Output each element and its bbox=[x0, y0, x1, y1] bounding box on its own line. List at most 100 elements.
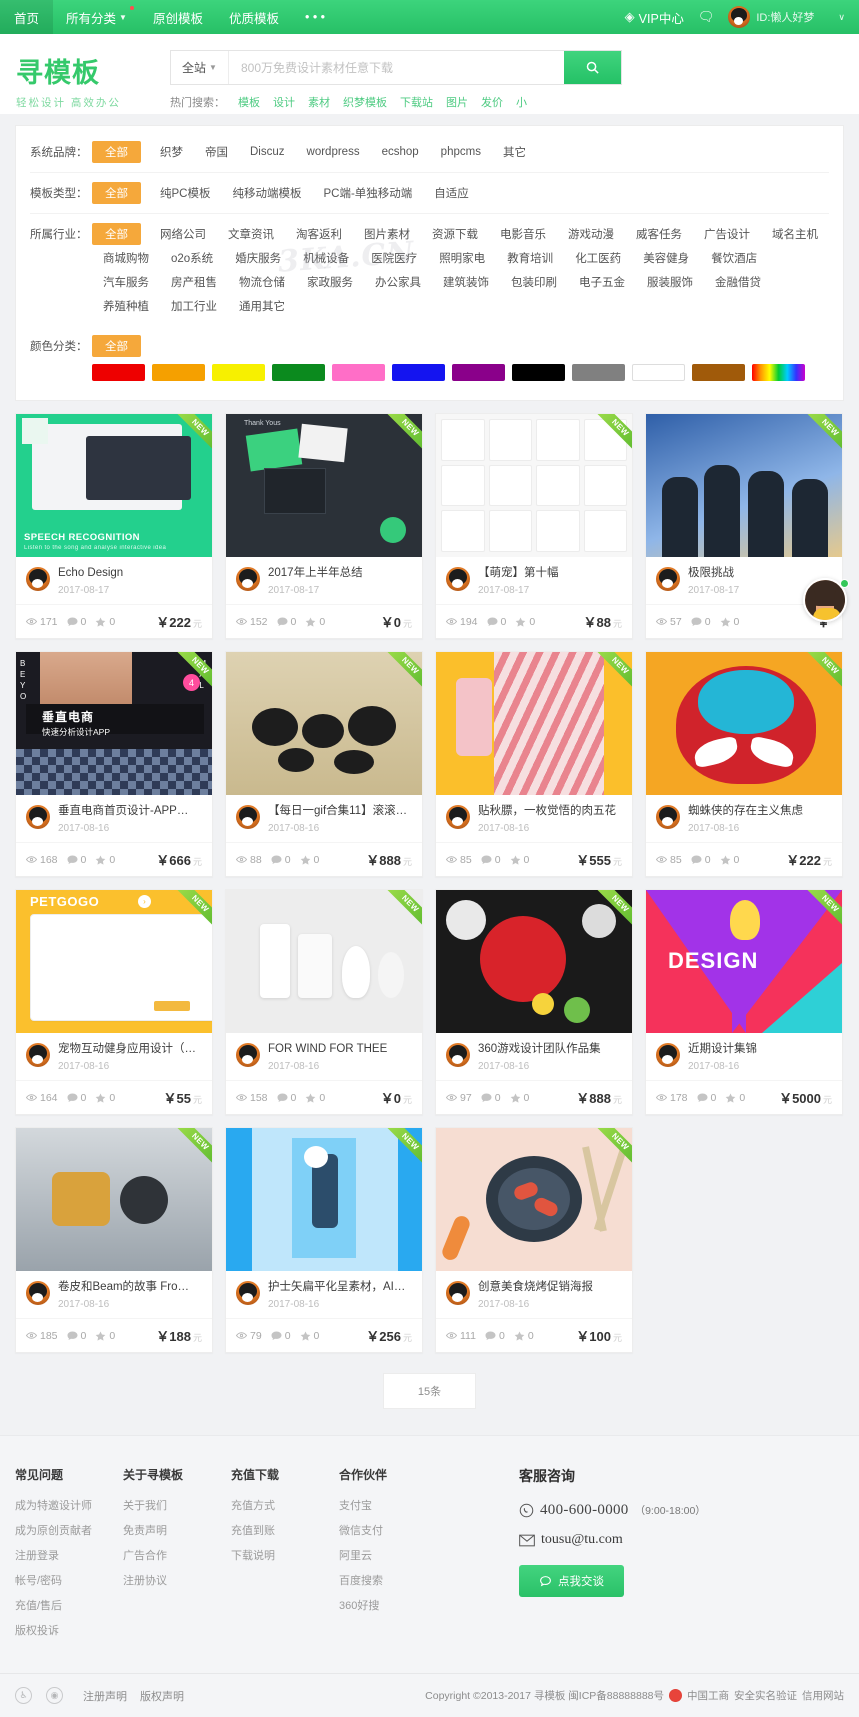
filter-option[interactable]: 通用其它 bbox=[228, 295, 296, 317]
footer-link[interactable]: 注册协议 bbox=[123, 1572, 231, 1588]
card-title[interactable]: 垂直电商首页设计-APP设计4 bbox=[58, 804, 198, 818]
card-thumbnail[interactable]: NEW bbox=[436, 652, 632, 795]
footer-link[interactable]: 下载说明 bbox=[231, 1547, 339, 1563]
filter-option[interactable]: 美容健身 bbox=[632, 247, 700, 269]
card-title[interactable]: 2017年上半年总结 bbox=[268, 566, 363, 580]
card-title[interactable]: 【每日一gif合集11】滚滚中国... bbox=[268, 804, 408, 818]
hot-search-term[interactable]: 素材 bbox=[308, 94, 330, 110]
filter-option[interactable]: 电影音乐 bbox=[489, 223, 557, 245]
filter-option-all[interactable]: 全部 bbox=[92, 141, 141, 163]
template-card[interactable]: NEW 【萌宠】第十幅 2017-08-17 194 0 0 ￥88 元 bbox=[435, 413, 633, 639]
filter-option[interactable]: 养殖种植 bbox=[92, 295, 160, 317]
card-thumbnail[interactable]: NEW bbox=[226, 1128, 422, 1271]
hot-search-term[interactable]: 下载站 bbox=[400, 94, 433, 110]
template-card[interactable]: NEW 【每日一gif合集11】滚滚中国... 2017-08-16 88 00 ￥888… bbox=[225, 651, 423, 877]
hot-search-term[interactable]: 图片 bbox=[446, 94, 468, 110]
filter-option[interactable]: 建筑装饰 bbox=[432, 271, 500, 293]
card-thumbnail[interactable]: PETGOGO › NEW bbox=[16, 890, 212, 1033]
template-card[interactable]: NEW 蜘蛛侠的存在主义焦虑 2017-08-16 85 0 0 ￥222 元 bbox=[645, 651, 843, 877]
color-swatch[interactable] bbox=[512, 364, 565, 381]
card-title[interactable]: 卷皮和Beam的故事 From BIT... bbox=[58, 1280, 198, 1294]
card-title[interactable]: 宠物互动健身应用设计（附aep... bbox=[58, 1042, 198, 1056]
footer-link[interactable]: 成为原创贡献者 bbox=[15, 1522, 123, 1538]
search-input[interactable] bbox=[229, 51, 564, 84]
footer-link[interactable]: 注册登录 bbox=[15, 1547, 123, 1563]
template-card[interactable]: NEW 护士矢扁平化呈素材，AI源文件 2017-08-16 79 00 ￥256元 bbox=[225, 1127, 423, 1353]
card-thumbnail[interactable]: Thank Yous NEW bbox=[226, 414, 422, 557]
nav-more[interactable]: • • • bbox=[292, 0, 338, 34]
nav-home[interactable]: 首页 bbox=[0, 0, 54, 34]
filter-option[interactable]: ecshop bbox=[371, 143, 430, 161]
filter-option-all[interactable]: 全部 bbox=[92, 182, 141, 204]
card-title[interactable]: 贴秋膘，一枚觉悟的肉五花 bbox=[478, 804, 616, 818]
color-swatch[interactable] bbox=[212, 364, 265, 381]
card-thumbnail[interactable]: NEW bbox=[226, 652, 422, 795]
card-title[interactable]: Echo Design bbox=[58, 566, 123, 580]
color-swatch[interactable] bbox=[572, 364, 625, 381]
card-thumbnail[interactable]: NEW bbox=[226, 890, 422, 1033]
color-swatch[interactable] bbox=[152, 364, 205, 381]
footer-link[interactable]: 版权投诉 bbox=[15, 1622, 123, 1638]
filter-option[interactable]: 房产租售 bbox=[160, 271, 228, 293]
logo[interactable]: 寻模板 轻松设计 高效办公 bbox=[0, 46, 170, 110]
card-title[interactable]: 创意美食烧烤促销海报 bbox=[478, 1280, 593, 1294]
filter-option[interactable]: 家政服务 bbox=[296, 271, 364, 293]
nav-vip-center[interactable]: ◈ VIP中心 bbox=[625, 8, 684, 27]
filter-option[interactable]: 广告设计 bbox=[693, 223, 761, 245]
chat-button[interactable]: 点我交谈 bbox=[519, 1565, 624, 1597]
card-title[interactable]: 近期设计集锦 bbox=[688, 1042, 757, 1056]
filter-option[interactable]: 商城购物 bbox=[92, 247, 160, 269]
filter-option[interactable]: 网络公司 bbox=[149, 223, 217, 245]
filter-option[interactable]: 纯PC模板 bbox=[149, 182, 221, 204]
footer-link[interactable]: 关于我们 bbox=[123, 1497, 231, 1513]
filter-option[interactable]: 其它 bbox=[492, 141, 537, 163]
weibo-icon[interactable]: ♿ bbox=[15, 1687, 32, 1704]
template-card[interactable]: Thank Yous NEW 2017年上半年总结 2017-08-17 152 0 0 ￥0… bbox=[225, 413, 423, 639]
author-avatar[interactable] bbox=[446, 567, 470, 591]
footer-link[interactable]: 成为特邀设计师 bbox=[15, 1497, 123, 1513]
footer-link[interactable]: 微信支付 bbox=[339, 1522, 489, 1538]
author-avatar[interactable] bbox=[656, 1043, 680, 1067]
filter-option[interactable]: 医院医疗 bbox=[360, 247, 428, 269]
filter-option[interactable]: 域名主机 bbox=[761, 223, 829, 245]
card-title[interactable]: 极限挑战 bbox=[688, 566, 739, 580]
template-card[interactable]: SPEECH RECOGNITION Listen to the song and… bbox=[15, 413, 213, 639]
filter-option[interactable]: 文章资讯 bbox=[217, 223, 285, 245]
author-avatar[interactable] bbox=[656, 567, 680, 591]
filter-option[interactable]: 包装印刷 bbox=[500, 271, 568, 293]
user-menu[interactable]: ID:懒人好梦 bbox=[728, 6, 814, 28]
color-swatch[interactable] bbox=[392, 364, 445, 381]
filter-option[interactable]: Discuz bbox=[239, 143, 296, 161]
filter-option[interactable]: 图片素材 bbox=[353, 223, 421, 245]
filter-option[interactable]: 婚庆服务 bbox=[224, 247, 292, 269]
author-avatar[interactable] bbox=[236, 1043, 260, 1067]
card-thumbnail[interactable]: NEW bbox=[16, 1128, 212, 1271]
footer-link[interactable]: 广告合作 bbox=[123, 1547, 231, 1563]
template-card[interactable]: NEW 贴秋膘，一枚觉悟的肉五花 2017-08-16 85 0 0 ￥555 元 bbox=[435, 651, 633, 877]
filter-option[interactable]: 加工行业 bbox=[160, 295, 228, 317]
template-card[interactable]: NEW 360游戏设计团队作品集 2017-08-16 97 0 0 ￥888 元 bbox=[435, 889, 633, 1115]
filter-option[interactable]: PC端-单独移动端 bbox=[312, 182, 423, 204]
card-title[interactable]: 360游戏设计团队作品集 bbox=[478, 1042, 601, 1056]
hot-search-term[interactable]: 织梦模板 bbox=[343, 94, 387, 110]
bottom-link-copyright-statement[interactable]: 版权声明 bbox=[140, 1688, 184, 1704]
message-icon[interactable]: 🗨 bbox=[698, 9, 715, 25]
filter-option[interactable]: 金融借贷 bbox=[704, 271, 772, 293]
hot-search-term[interactable]: 设计 bbox=[273, 94, 295, 110]
filter-option[interactable]: 游戏动漫 bbox=[557, 223, 625, 245]
footer-link[interactable]: 百度搜索 bbox=[339, 1572, 489, 1588]
author-avatar[interactable] bbox=[26, 805, 50, 829]
filter-option[interactable]: 威客任务 bbox=[625, 223, 693, 245]
author-avatar[interactable] bbox=[236, 805, 260, 829]
filter-option[interactable]: 教育培训 bbox=[496, 247, 564, 269]
hot-search-term[interactable]: 小 bbox=[516, 94, 527, 110]
card-thumbnail[interactable]: DESIGN NEW bbox=[646, 890, 842, 1033]
nav-original-templates[interactable]: 原创模板 bbox=[140, 0, 216, 34]
template-card[interactable]: 垂直电商快速分析设计APPBEYOMAL4NEW 垂直电商首页设计-APP设计4 2… bbox=[15, 651, 213, 877]
color-swatch[interactable] bbox=[92, 364, 145, 381]
author-avatar[interactable] bbox=[26, 567, 50, 591]
card-title[interactable]: FOR WIND FOR THEE bbox=[268, 1042, 387, 1056]
card-thumbnail[interactable]: NEW bbox=[436, 890, 632, 1033]
filter-option[interactable]: 帝国 bbox=[194, 141, 239, 163]
template-card[interactable]: DESIGN NEW 近期设计集锦 2017-08-16 178 0 0 ￥5000 元 bbox=[645, 889, 843, 1115]
